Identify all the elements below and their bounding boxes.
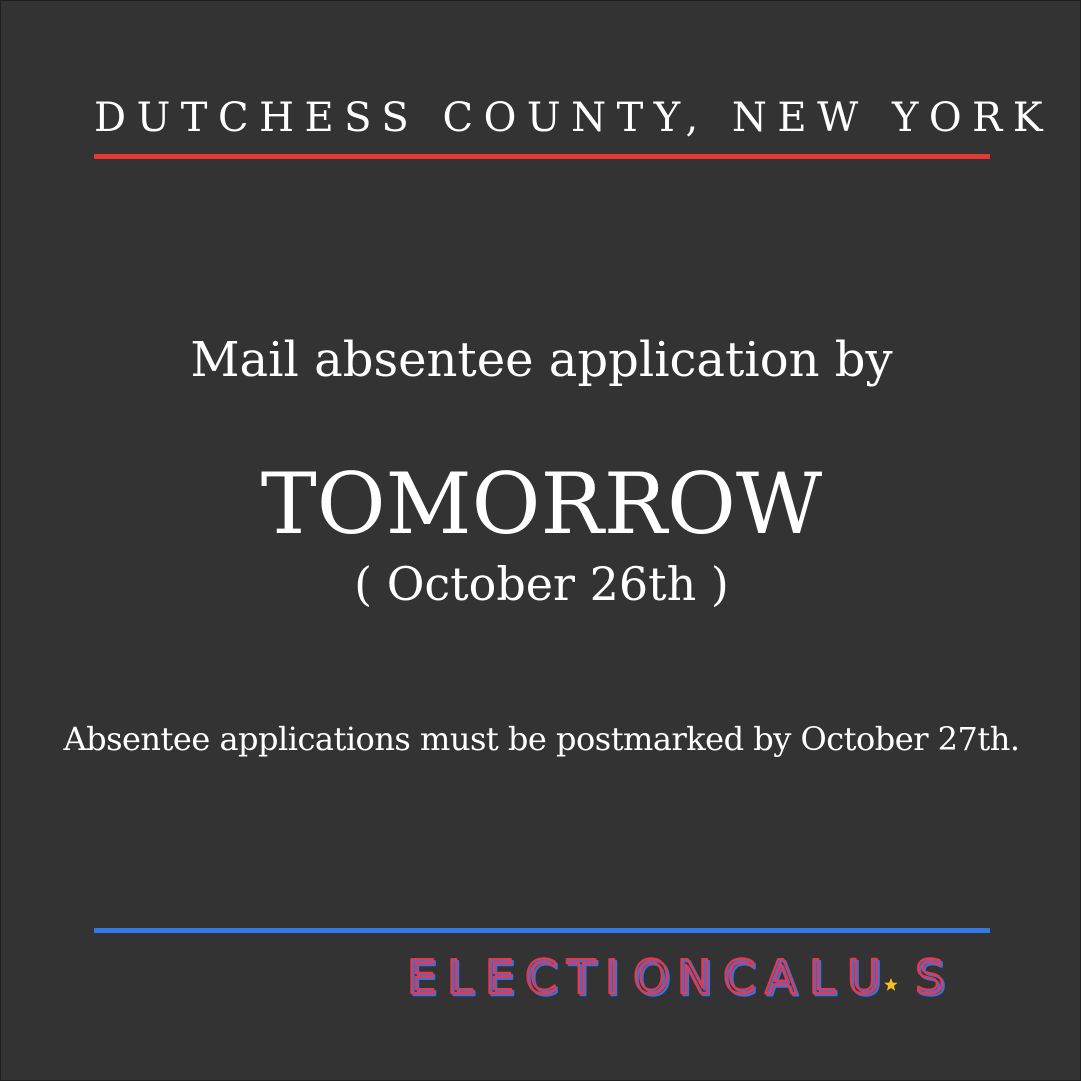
electioncal-logo: EE LL EE CC TT II OO NN CC AA LL UU SS bbox=[406, 949, 948, 999]
logo-letter-red: E bbox=[485, 950, 514, 999]
logo-letter-red: I bbox=[605, 950, 619, 999]
logo-letter-red: A bbox=[765, 950, 797, 999]
blue-divider bbox=[94, 928, 990, 933]
logo-letter-red: E bbox=[407, 950, 436, 999]
logo-letter-red: C bbox=[525, 950, 557, 999]
logo-letter-red: C bbox=[723, 950, 755, 999]
logo-letter-red: T bbox=[566, 950, 596, 999]
graphic-card: DUTCHESS COUNTY, NEW YORK Mail absentee … bbox=[0, 0, 1081, 1081]
logo-letter-red: L bbox=[447, 950, 473, 999]
logo-letter-red: S bbox=[915, 950, 944, 999]
star-icon bbox=[884, 978, 898, 991]
deadline-date: ( October 26th ) bbox=[354, 557, 729, 611]
deadline-heading: TOMORROW bbox=[260, 455, 823, 553]
logo-letter-red: O bbox=[633, 950, 669, 999]
logo-letter-red: N bbox=[677, 950, 711, 999]
postmark-note: Absentee applications must be postmarked… bbox=[63, 720, 1020, 758]
red-divider bbox=[94, 154, 990, 159]
intro-text: Mail absentee application by bbox=[190, 332, 893, 388]
logo-letter-red: U bbox=[847, 950, 881, 999]
county-title: DUTCHESS COUNTY, NEW YORK bbox=[94, 95, 1054, 141]
logo-letter-red: L bbox=[809, 950, 835, 999]
